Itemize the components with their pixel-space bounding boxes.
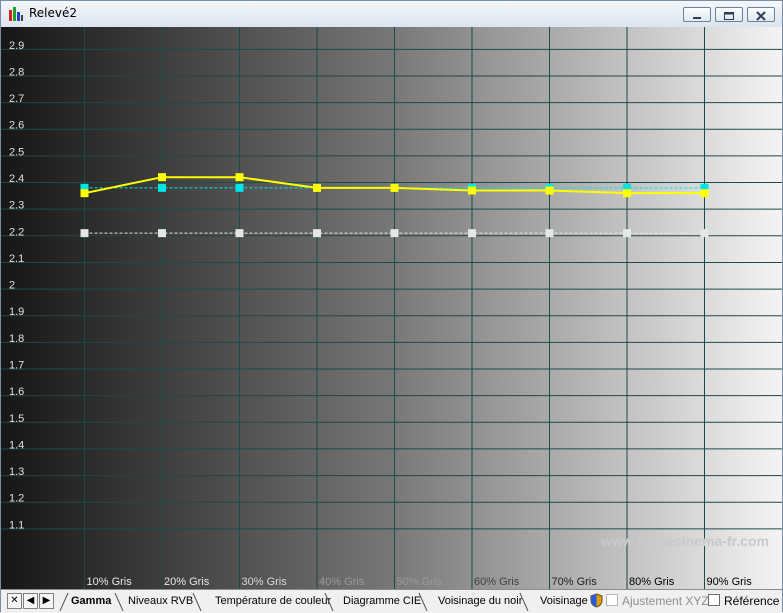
- tab-separator: [192, 592, 202, 612]
- series-point: [623, 229, 631, 238]
- y-tick-label: 1.3: [9, 466, 24, 478]
- series-point: [545, 186, 554, 195]
- series-point: [235, 183, 244, 192]
- close-tab-button[interactable]: ✕: [7, 593, 22, 609]
- tab-voisinage-noir[interactable]: Voisinage du noir: [438, 590, 522, 612]
- shield-icon: [590, 593, 603, 608]
- chart-plot: 2.9 2.8 2.7 2.6 2.5 2.4 2.3 2.2 2.1 2 1.9 1.8 1.7 1.6…: [1, 27, 782, 589]
- series-point: [468, 229, 476, 238]
- series-point: [313, 183, 321, 192]
- y-tick-label: 1.5: [9, 413, 24, 425]
- y-tick-label: 1.7: [9, 360, 24, 372]
- series-point: [700, 229, 709, 238]
- y-tick-label: 1.9: [9, 306, 24, 318]
- y-tick-label: 2.5: [9, 146, 24, 158]
- minimize-icon: [693, 17, 701, 19]
- gamma-chart: 2.9 2.8 2.7 2.6 2.5 2.4 2.3 2.2 2.1 2 1.9 1.8 1.7 1.6…: [1, 27, 782, 589]
- app-window: Relevé2 2.9 2.8 2.7 2.6 2.5 2.4 2.3 2.2 2.1 2 1.9 1…: [0, 0, 783, 613]
- y-tick-label: 1.6: [9, 386, 24, 398]
- y-tick-label: 1.8: [9, 333, 24, 345]
- series-point: [158, 173, 166, 182]
- series-point: [545, 229, 554, 238]
- y-tick-label: 2.8: [9, 66, 24, 78]
- series-point: [623, 189, 631, 198]
- tab-gamma[interactable]: Gamma: [71, 590, 111, 612]
- y-tick-label: 2.9: [9, 40, 24, 52]
- reference-checkbox[interactable]: [708, 594, 720, 606]
- maximize-button[interactable]: [715, 7, 743, 22]
- tab-diagramme-cie[interactable]: Diagramme CIE: [343, 590, 421, 612]
- tab-separator: [114, 592, 124, 612]
- series-point: [80, 229, 89, 238]
- maximize-icon: [724, 12, 734, 20]
- gradient-background: [1, 27, 782, 589]
- tab-separator: [59, 592, 69, 612]
- series-point: [158, 229, 166, 238]
- y-tick-label: 1.4: [9, 439, 24, 451]
- x-tick-label: 70% Gris: [552, 576, 598, 588]
- y-tick-label: 2.2: [9, 226, 24, 238]
- tab-bar: ✕ ◀ ▶ Gamma Niveaux RVB Température de c…: [1, 589, 782, 613]
- window-title: Relevé2: [29, 6, 78, 20]
- series-point: [468, 186, 476, 195]
- x-tick-label: 20% Gris: [164, 576, 210, 588]
- y-tick-label: 2.1: [9, 253, 24, 265]
- series-point: [313, 229, 321, 238]
- tab-niveaux-rvb[interactable]: Niveaux RVB: [128, 590, 193, 612]
- series-point: [700, 189, 709, 198]
- y-tick-label: 2.3: [9, 200, 24, 212]
- y-tick-label: 2.6: [9, 120, 24, 132]
- title-bar[interactable]: Relevé2: [1, 1, 782, 28]
- y-tick-label: 1.2: [9, 493, 24, 505]
- reference-label: Référence: [724, 594, 780, 608]
- y-tick-label: 2.7: [9, 93, 24, 105]
- scroll-left-button[interactable]: ◀: [23, 593, 38, 609]
- x-tick-label: 80% Gris: [629, 576, 675, 588]
- tab-separator: [324, 592, 334, 612]
- series-point: [390, 183, 399, 192]
- series-point: [80, 189, 89, 198]
- minimize-button[interactable]: [683, 7, 711, 22]
- watermark-text: www.homecinema-fr.com: [600, 533, 769, 549]
- x-tick-label: 10% Gris: [87, 576, 133, 588]
- x-tick-label: 90% Gris: [707, 576, 753, 588]
- x-tick-label: 60% Gris: [474, 576, 520, 588]
- x-tick-label: 50% Gris: [397, 576, 443, 588]
- scroll-right-button[interactable]: ▶: [39, 593, 54, 609]
- x-tick-label: 40% Gris: [319, 576, 365, 588]
- tab-separator: [418, 592, 428, 612]
- tab-separator: [519, 592, 529, 612]
- bar-chart-icon: [9, 7, 23, 21]
- x-tick-label: 30% Gris: [242, 576, 288, 588]
- y-tick-label: 1.1: [9, 519, 24, 531]
- tab-temperature-couleur[interactable]: Température de couleur: [215, 590, 331, 612]
- series-point: [158, 183, 166, 192]
- ajustement-xyz-checkbox[interactable]: [606, 594, 618, 606]
- series-point: [235, 229, 244, 238]
- y-tick-label: 2: [9, 280, 15, 292]
- ajustement-xyz-label: Ajustement XYZ: [622, 594, 709, 608]
- close-button[interactable]: [747, 7, 775, 22]
- series-point: [235, 173, 244, 182]
- series-point: [390, 229, 399, 238]
- close-icon: [756, 11, 766, 21]
- y-tick-label: 2.4: [9, 173, 24, 185]
